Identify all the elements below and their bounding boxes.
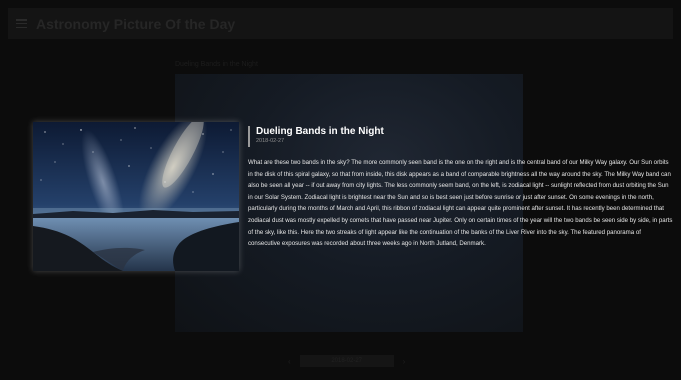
app-bar: Astronomy Picture Of the Day [8, 8, 673, 39]
chevron-right-icon[interactable]: › [403, 357, 406, 366]
app-title: Astronomy Picture Of the Day [36, 15, 236, 32]
background-caption: Dueling Bands in the Night [175, 61, 258, 68]
date-pager: ‹ 2018-02-27 › [288, 355, 405, 367]
featured-image[interactable] [33, 122, 239, 271]
featured-detail: Dueling Bands in the Night 2018-02-27 Wh… [248, 125, 673, 250]
featured-title: Dueling Bands in the Night [256, 126, 384, 137]
featured-explanation: What are these two bands in the sky? The… [248, 159, 673, 248]
date-picker-button[interactable]: 2018-02-27 [299, 355, 394, 367]
featured-date: 2018-02-27 [256, 138, 285, 144]
title-block: Dueling Bands in the Night 2018-02-27 [248, 126, 673, 147]
app-frame: Astronomy Picture Of the Day Dueling Ban… [0, 0, 681, 380]
chevron-left-icon[interactable]: ‹ [288, 357, 291, 366]
menu-icon[interactable] [16, 19, 27, 28]
